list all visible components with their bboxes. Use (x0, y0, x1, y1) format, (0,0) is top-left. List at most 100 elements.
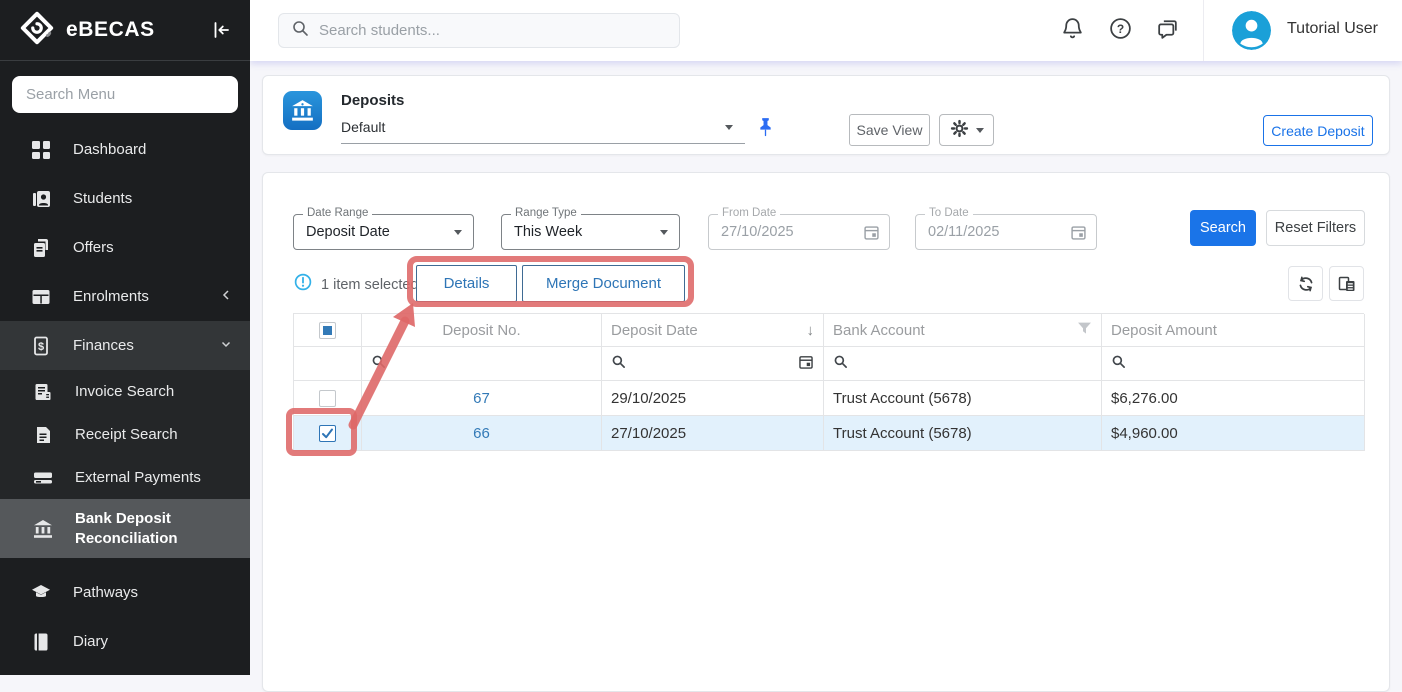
invoice-search-icon (32, 382, 54, 402)
calendar-icon (1070, 224, 1087, 246)
brand-title: eBECAS (66, 18, 208, 42)
sidebar-collapse-icon[interactable] (208, 17, 234, 43)
sidebar-item-label: Bank Deposit Reconciliation (75, 509, 232, 549)
ebecas-logo-icon (20, 11, 54, 50)
student-search (278, 13, 680, 48)
offers-icon (30, 238, 52, 258)
bell-icon[interactable] (1060, 16, 1085, 41)
to-date-value: 02/11/2025 (916, 215, 1096, 249)
help-icon[interactable]: ? (1108, 16, 1133, 41)
column-header-label: Deposit No. (442, 322, 520, 339)
chevron-down-icon (220, 337, 232, 354)
sidebar-item-dashboard[interactable]: Dashboard (0, 125, 250, 174)
svg-text:?: ? (1117, 22, 1124, 36)
row-checkbox[interactable] (319, 425, 336, 442)
caret-down-icon (976, 128, 984, 133)
deposit-no-link[interactable]: 67 (473, 390, 490, 407)
search-button[interactable]: Search (1190, 210, 1256, 246)
user-name[interactable]: Tutorial User (1287, 20, 1378, 38)
sidebar-item-diary[interactable]: Diary (0, 617, 250, 666)
deposit-date-cell: 27/10/2025 (602, 416, 824, 451)
filter-funnel-icon[interactable] (1077, 321, 1092, 340)
deposit-amount-cell: $6,276.00 (1102, 381, 1365, 416)
page-header-card: Deposits Default Save View Create Deposi… (262, 75, 1390, 155)
search-icon (833, 354, 848, 373)
sidebar-item-enrolments[interactable]: Enrolments (0, 272, 250, 321)
filter-cell-deposit-date[interactable] (602, 347, 824, 381)
create-deposit-button[interactable]: Create Deposit (1263, 115, 1373, 146)
sidebar-item-external-payments[interactable]: External Payments (0, 456, 250, 499)
settings-dropdown-button[interactable] (939, 114, 994, 146)
column-chooser-icon[interactable] (1329, 266, 1364, 301)
merge-document-button[interactable]: Merge Document (522, 265, 685, 302)
sidebar-item-offers[interactable]: Offers (0, 223, 250, 272)
bank-account-cell: Trust Account (5678) (824, 381, 1102, 416)
view-selector-value: Default (341, 114, 745, 140)
diary-icon (30, 632, 52, 652)
row-checkbox[interactable] (319, 390, 336, 407)
sidebar-item-invoice-search[interactable]: Invoice Search (0, 370, 250, 413)
filter-cell-deposit-amount[interactable] (1102, 347, 1365, 381)
reset-filters-button[interactable]: Reset Filters (1266, 210, 1365, 246)
range-type-select[interactable]: Range Type This Week (501, 214, 680, 250)
page-title: Deposits (341, 92, 404, 109)
to-date-field[interactable]: To Date 02/11/2025 (915, 214, 1097, 250)
sidebar-item-pathways[interactable]: Pathways (0, 568, 250, 617)
sidebar-item-label: Diary (73, 632, 232, 652)
student-search-input[interactable] (319, 22, 667, 39)
bank-icon (32, 519, 54, 539)
deposit-no-link[interactable]: 66 (473, 425, 490, 442)
sidebar-item-receipt-search[interactable]: Receipt Search (0, 413, 250, 456)
table-filter-row (294, 347, 1364, 381)
select-all-checkbox[interactable] (319, 322, 336, 339)
filter-cell-bank-account[interactable] (824, 347, 1102, 381)
students-icon (30, 189, 52, 209)
column-header-label: Deposit Date (611, 322, 698, 339)
column-header-bank-account[interactable]: Bank Account (824, 314, 1102, 347)
filter-cell-deposit-no[interactable] (362, 347, 602, 381)
topbar-divider (1203, 0, 1204, 61)
column-header-deposit-amount[interactable]: Deposit Amount (1102, 314, 1365, 347)
sidebar-item-bank-deposit-reconciliation[interactable]: Bank Deposit Reconciliation (0, 499, 250, 558)
table-header-row: Deposit No. Deposit Date ↓ Bank Account … (294, 314, 1364, 347)
finances-icon: $ (30, 336, 52, 356)
sidebar-item-label: Receipt Search (75, 425, 232, 445)
sidebar-item-label: Dashboard (73, 140, 232, 160)
chat-icon[interactable] (1155, 16, 1180, 41)
sidebar-item-label: Enrolments (73, 287, 220, 307)
sidebar-item-finances[interactable]: $ Finances (0, 321, 250, 370)
table-row[interactable]: 66 27/10/2025 Trust Account (5678) $4,96… (294, 416, 1364, 451)
refresh-icon[interactable] (1288, 266, 1323, 301)
pin-icon[interactable] (758, 117, 773, 141)
sidebar: eBECAS Dashboard Students Offers Enrolme… (0, 0, 250, 675)
bank-account-cell: Trust Account (5678) (824, 416, 1102, 451)
avatar[interactable] (1232, 11, 1271, 50)
date-range-value: Deposit Date (294, 215, 473, 249)
details-button[interactable]: Details (416, 265, 517, 302)
receipt-search-icon (32, 425, 54, 445)
column-header-label: Bank Account (833, 322, 925, 339)
sidebar-item-students[interactable]: Students (0, 174, 250, 223)
calendar-icon[interactable] (798, 354, 814, 374)
sidebar-search-input[interactable] (12, 76, 238, 113)
caret-down-icon (660, 230, 668, 235)
search-icon (611, 354, 626, 373)
search-icon (291, 19, 309, 42)
gear-icon (950, 119, 969, 141)
caret-down-icon (725, 125, 733, 130)
deposit-date-cell: 29/10/2025 (602, 381, 824, 416)
date-range-label: Date Range (303, 207, 372, 219)
column-header-label: Deposit Amount (1111, 322, 1217, 339)
from-date-field[interactable]: From Date 27/10/2025 (708, 214, 890, 250)
column-header-deposit-date[interactable]: Deposit Date ↓ (602, 314, 824, 347)
sidebar-item-label: Students (73, 189, 232, 209)
save-view-button[interactable]: Save View (849, 114, 930, 146)
column-header-deposit-no[interactable]: Deposit No. (362, 314, 602, 347)
date-range-select[interactable]: Date Range Deposit Date (293, 214, 474, 250)
search-icon (371, 354, 386, 373)
sidebar-item-label: External Payments (75, 468, 232, 488)
view-selector[interactable]: Default (341, 114, 745, 144)
sidebar-item-label: Offers (73, 238, 232, 258)
to-date-label: To Date (925, 207, 973, 219)
table-row[interactable]: 67 29/10/2025 Trust Account (5678) $6,27… (294, 381, 1364, 416)
